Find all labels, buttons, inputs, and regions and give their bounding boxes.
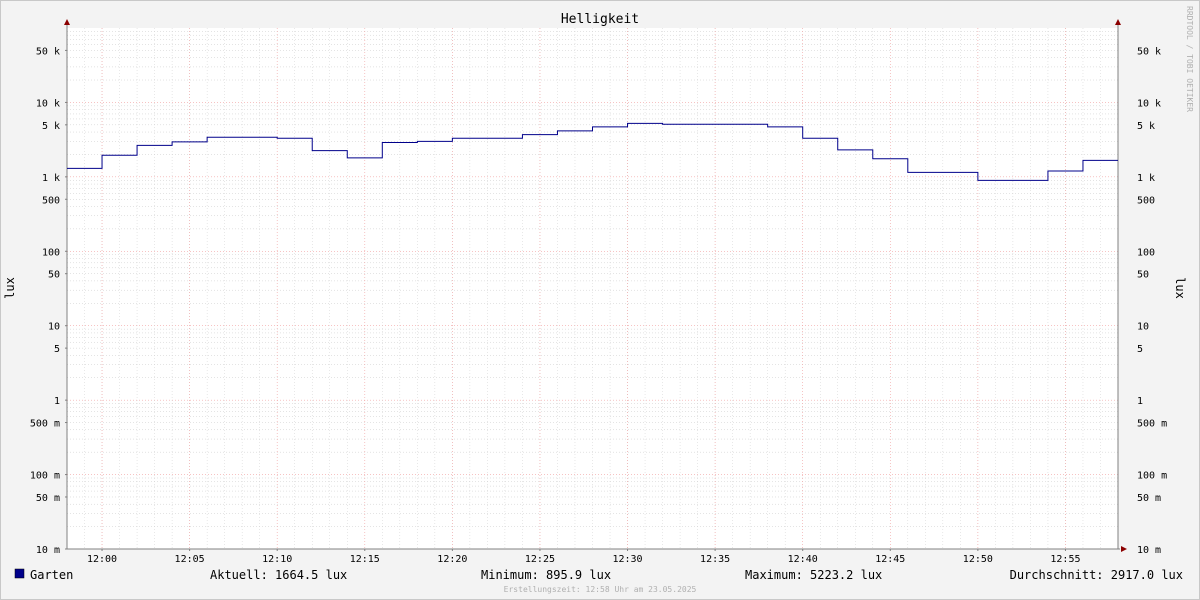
y-tick-label-left: 10 k [36, 98, 60, 109]
y-tick-label-right: 100 m [1137, 471, 1167, 482]
chart: 50 k 50 k 10 k 10 k 5 k 5 k 1 k 1 k 500 500 100 100… [3, 6, 1194, 594]
y-tick-label-left: 100 m [30, 471, 60, 482]
y-tick-label-right: 50 k [1137, 46, 1161, 57]
y-tick-label-left: 5 [54, 344, 60, 355]
x-tick-label: 12:40 [788, 554, 818, 565]
x-tick-label: 12:30 [612, 554, 642, 565]
x-tick-label: 12:25 [525, 554, 555, 565]
y-tick-label-left: 5 k [42, 121, 60, 132]
y-tick-label-right: 100 [1137, 247, 1155, 258]
x-tick-label: 12:50 [963, 554, 993, 565]
x-tick-label: 12:35 [700, 554, 730, 565]
x-tick-label: 12:55 [1050, 554, 1080, 565]
y-tick-label-right: 10 [1137, 322, 1149, 333]
y-tick-label-left: 50 m [36, 493, 60, 504]
y-tick-label-right: 10 k [1137, 98, 1161, 109]
y-tick-label-right: 50 m [1137, 493, 1161, 504]
y-tick-label-left: 100 [42, 247, 60, 258]
y-tick-label-right: 500 [1137, 195, 1155, 206]
y-tick-label-left: 1 [54, 396, 60, 407]
legend-current: Aktuell: 1664.5 lux [210, 568, 347, 582]
y-tick-label-right: 50 [1137, 270, 1149, 281]
y-tick-label-right: 1 k [1137, 173, 1155, 184]
legend-minimum: Minimum: 895.9 lux [481, 568, 611, 582]
y-tick-label-left: 10 m [36, 545, 60, 556]
x-tick-label: 12:20 [437, 554, 467, 565]
y-tick-label-left: 50 k [36, 46, 60, 57]
y-tick-label-left: 500 m [30, 419, 60, 430]
x-tick-label: 12:10 [262, 554, 292, 565]
y-tick-label-left: 50 [48, 270, 60, 281]
x-tick-label: 12:45 [875, 554, 905, 565]
x-axis-arrow [1121, 546, 1127, 552]
legend-color-swatch [14, 568, 25, 579]
y-axis-label-right: lux [1173, 277, 1187, 299]
y-tick-label-right: 1 [1137, 396, 1143, 407]
y-tick-label-left: 10 [48, 322, 60, 333]
chart-title: Helligkeit [561, 12, 639, 27]
y-tick-label-right: 10 m [1137, 545, 1161, 556]
left-axis-arrow [64, 19, 70, 25]
y-tick-label-left: 1 k [42, 173, 60, 184]
y-axis-label-left: lux [3, 277, 17, 299]
x-tick-labels: 12:00 12:05 12:10 12:15 12:20 12:25 12:30 12:35… [87, 554, 1081, 565]
y-tick-label-right: 5 k [1137, 121, 1155, 132]
x-tick-label: 12:00 [87, 554, 117, 565]
x-tick-label: 12:15 [350, 554, 380, 565]
legend-average: Durchschnitt: 2917.0 lux [1010, 568, 1183, 582]
y-tick-label-right: 500 m [1137, 419, 1167, 430]
creation-time: Erstellungszeit: 12:58 Uhr am 23.05.2025 [504, 585, 697, 594]
y-tick-label-left: 500 [42, 195, 60, 206]
watermark: RRDTOOL / TOBI OETIKER [1185, 6, 1194, 112]
right-axis-arrow [1115, 19, 1121, 25]
graph-frame: 50 k 50 k 10 k 10 k 5 k 5 k 1 k 1 k 500 500 100 100… [0, 0, 1200, 600]
y-tick-label-right: 5 [1137, 344, 1143, 355]
legend-series-label: Garten [30, 568, 73, 582]
x-tick-label: 12:05 [175, 554, 205, 565]
legend-maximum: Maximum: 5223.2 lux [745, 568, 882, 582]
